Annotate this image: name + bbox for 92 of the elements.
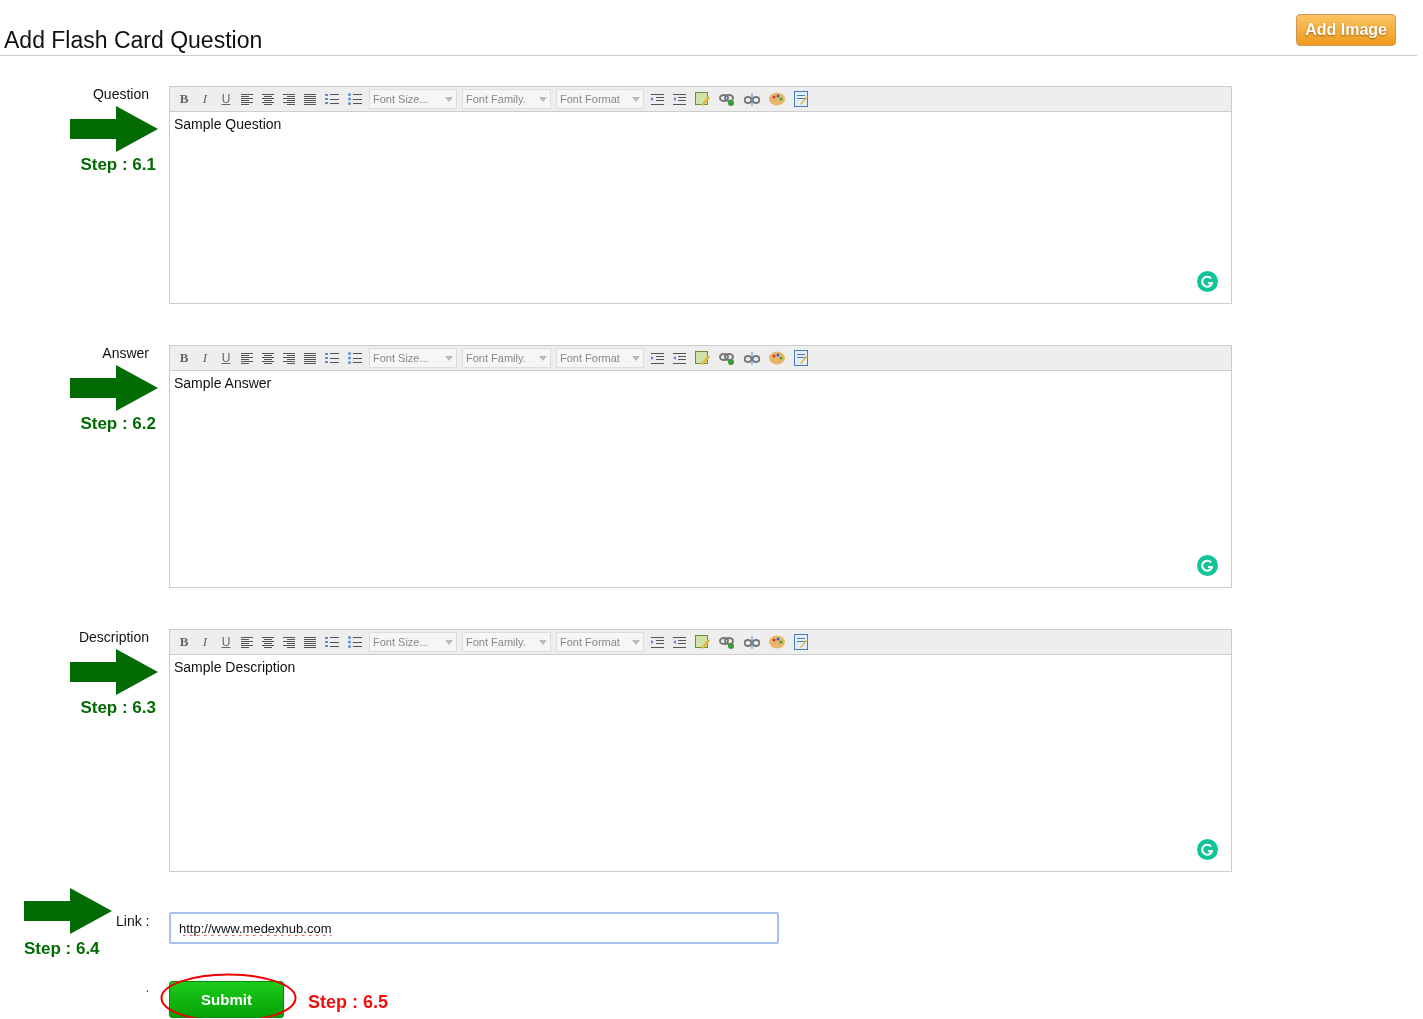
align-justify-icon[interactable] [302, 352, 318, 364]
rich-text-editor[interactable]: B I U Font Size... Font Family. Font Format Sample Question [169, 86, 1232, 304]
align-right-icon[interactable] [281, 93, 297, 105]
palette-icon[interactable] [767, 92, 787, 106]
outdent-icon[interactable] [671, 352, 688, 364]
step-label: Step : 6.1 [80, 155, 156, 175]
align-justify-icon[interactable] [302, 636, 318, 648]
arrow-icon [70, 106, 158, 152]
unlink-icon[interactable] [742, 635, 762, 649]
underline-button[interactable]: U [218, 635, 234, 649]
bold-button[interactable]: B [176, 634, 192, 650]
font-dropdown[interactable]: Font Size... [369, 348, 457, 368]
grammar-check-icon[interactable] [1197, 839, 1218, 860]
numbered-list-icon[interactable] [323, 352, 341, 364]
step-label: Step : 6.2 [80, 414, 156, 434]
font-dropdown[interactable]: Font Size... [369, 632, 457, 652]
underline-button[interactable]: U [218, 92, 234, 106]
caret-icon [632, 96, 640, 102]
step-label: Step : 6.4 [24, 939, 101, 959]
rich-text-editor[interactable]: B I U Font Size... Font Family. Font Format Sample Answer [169, 345, 1232, 588]
italic-button[interactable]: I [197, 91, 213, 107]
caret-icon [445, 96, 453, 102]
caret-icon [539, 96, 547, 102]
submit-button[interactable]: Submit [169, 981, 284, 1018]
align-left-icon[interactable] [239, 352, 255, 364]
link-icon[interactable] [717, 92, 737, 106]
rich-text-editor[interactable]: B I U Font Size... Font Family. Font Format Sample Description [169, 629, 1232, 872]
field-label: Question [92, 86, 149, 102]
document-edit-icon[interactable] [792, 350, 811, 366]
align-center-icon[interactable] [260, 93, 276, 105]
grammar-check-icon[interactable] [1197, 271, 1218, 292]
align-right-icon[interactable] [281, 636, 297, 648]
bold-button[interactable]: B [176, 91, 192, 107]
image-icon[interactable] [693, 350, 712, 366]
editor-text: Sample Description [174, 659, 297, 675]
caret-icon [632, 355, 640, 361]
arrow-icon [70, 365, 158, 411]
align-right-icon[interactable] [281, 352, 297, 364]
arrow-icon [70, 649, 158, 695]
image-icon[interactable] [693, 634, 712, 650]
document-edit-icon[interactable] [792, 91, 811, 107]
indent-icon[interactable] [649, 93, 666, 105]
field-label: Link : [116, 913, 150, 929]
document-edit-icon[interactable] [792, 634, 811, 650]
arrow-icon [24, 888, 112, 934]
link-icon[interactable] [717, 635, 737, 649]
editor-text: Sample Question [174, 116, 283, 132]
caret-icon [539, 355, 547, 361]
bullet-list-icon[interactable] [346, 352, 364, 364]
font-dropdown[interactable]: Font Format [556, 89, 644, 109]
caret-icon [445, 355, 453, 361]
align-center-icon[interactable] [260, 636, 276, 648]
caret-icon [445, 639, 453, 645]
bold-button[interactable]: B [176, 350, 192, 366]
link-icon[interactable] [717, 351, 737, 365]
indent-icon[interactable] [649, 636, 666, 648]
font-dropdown[interactable]: Font Family. [462, 348, 551, 368]
grammar-check-icon[interactable] [1197, 555, 1218, 576]
unlink-icon[interactable] [742, 351, 762, 365]
font-dropdown[interactable]: Font Family. [462, 632, 551, 652]
palette-icon[interactable] [767, 635, 787, 649]
image-icon[interactable] [693, 91, 712, 107]
link-input-field[interactable]: http://www.medexhub.com [169, 912, 779, 944]
font-dropdown[interactable]: Font Size... [369, 89, 457, 109]
bullet-list-icon[interactable] [346, 636, 364, 648]
italic-button[interactable]: I [197, 350, 213, 366]
numbered-list-icon[interactable] [323, 93, 341, 105]
step-label: Step : 6.3 [80, 698, 156, 718]
field-label: Answer [102, 345, 149, 361]
unlink-icon[interactable] [742, 92, 762, 106]
caret-icon [539, 639, 547, 645]
font-dropdown[interactable]: Font Format [556, 348, 644, 368]
font-dropdown[interactable]: Font Family. [462, 89, 551, 109]
editor-text: Sample Answer [174, 375, 273, 391]
indent-icon[interactable] [649, 352, 666, 364]
step-label: Step : 6.5 [308, 992, 389, 1013]
outdent-icon[interactable] [671, 636, 688, 648]
align-justify-icon[interactable] [302, 93, 318, 105]
align-left-icon[interactable] [239, 93, 255, 105]
page-title: Add Flash Card Question [4, 27, 263, 54]
field-label: Description [78, 629, 149, 645]
numbered-list-icon[interactable] [323, 636, 341, 648]
font-dropdown[interactable]: Font Format [556, 632, 644, 652]
palette-icon[interactable] [767, 351, 787, 365]
stray-mark: . [144, 981, 150, 995]
underline-button[interactable]: U [218, 351, 234, 365]
align-left-icon[interactable] [239, 636, 255, 648]
align-center-icon[interactable] [260, 352, 276, 364]
outdent-icon[interactable] [671, 93, 688, 105]
caret-icon [632, 639, 640, 645]
italic-button[interactable]: I [197, 634, 213, 650]
bullet-list-icon[interactable] [346, 93, 364, 105]
